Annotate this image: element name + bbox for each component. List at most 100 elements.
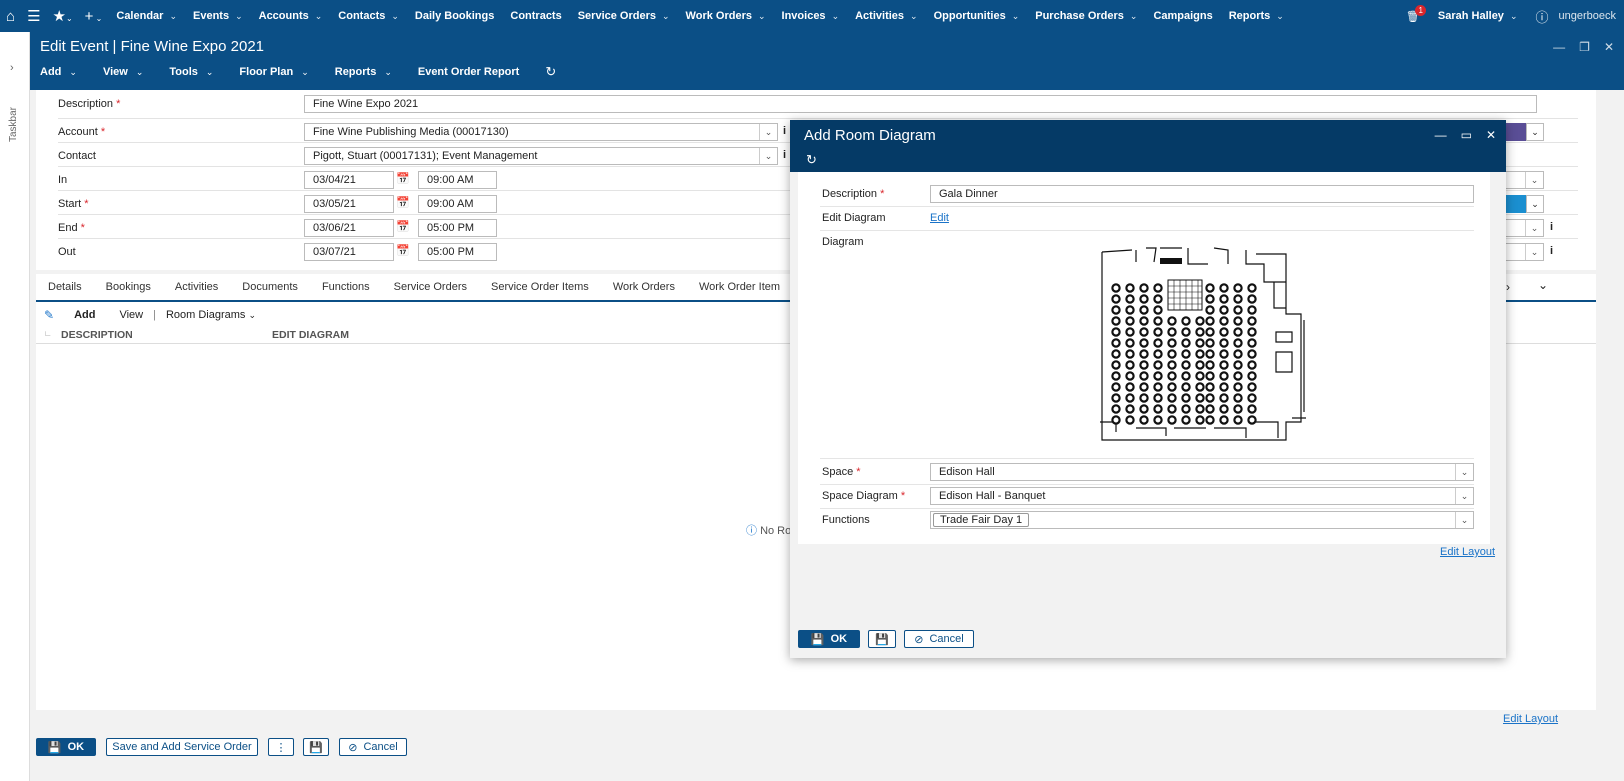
home-icon[interactable]: ⌂ [0,8,21,25]
toolbar-add[interactable]: Add ⌄ [40,64,77,80]
nav-item-purchase-orders[interactable]: Purchase Orders ⌄ [1027,10,1145,22]
tab-activities[interactable]: Activities [163,281,230,293]
tab-service-order-items[interactable]: Service Order Items [479,281,601,293]
expand-taskbar-icon[interactable]: › [10,62,14,74]
grid-room-diagrams-dropdown[interactable]: Room Diagrams ⌄ [166,309,256,321]
nav-item-activities[interactable]: Activities ⌄ [847,10,925,22]
end-time-input[interactable]: 05:00 PM [418,219,497,237]
nav-item-contacts[interactable]: Contacts ⌄ [330,10,407,22]
space-diagram-select[interactable]: Edison Hall - Banquet ⌄ [930,487,1474,505]
grid-view-button[interactable]: View [119,309,143,321]
info-icon[interactable]: i [783,125,786,137]
chevron-down-icon[interactable]: ⌄ [1276,11,1284,22]
cancel-button[interactable]: ⊘ Cancel [339,738,407,756]
chevron-down-icon[interactable]: ⌄ [758,11,766,22]
contact-select[interactable]: Pigott, Stuart (00017131); Event Managem… [304,147,778,165]
toolbar-event-order-report[interactable]: Event Order Report [418,64,519,80]
calendar-icon[interactable]: 📅 [396,196,410,209]
edit-icon[interactable]: ✎ [44,308,54,322]
modal-save-icon[interactable]: 💾 [868,630,896,648]
add-plus-icon[interactable]: + ⌄ [79,8,109,25]
grid-add-button[interactable]: Add [74,309,95,321]
out-date-input[interactable]: 03/07/21 [304,243,394,261]
nav-item-opportunities[interactable]: Opportunities ⌄ [926,10,1028,22]
save-and-add-service-order-button[interactable]: Save and Add Service Order [106,738,258,756]
chevron-down-icon[interactable]: ⌄ [759,124,777,140]
start-time-input[interactable]: 09:00 AM [418,195,497,213]
chevron-down-icon[interactable]: ⌄ [235,11,243,22]
refresh-icon[interactable]: ↻ [545,64,556,80]
help-icon[interactable]: ⓘ [1535,7,1548,26]
nav-item-work-orders[interactable]: Work Orders ⌄ [678,10,774,22]
description-input[interactable]: Fine Wine Expo 2021 [304,95,1537,113]
edit-diagram-link[interactable]: Edit [930,212,949,224]
chevron-down-icon[interactable]: ⌄ [1455,512,1473,528]
more-options-icon[interactable]: ⋮ [268,738,294,756]
tab-bookings[interactable]: Bookings [94,281,163,293]
start-date-input[interactable]: 03/05/21 [304,195,394,213]
modal-description-input[interactable]: Gala Dinner [930,185,1474,203]
chevron-down-icon[interactable]: ⌄ [1525,244,1543,260]
chevron-down-icon[interactable]: ⌄ [910,11,918,22]
refresh-icon[interactable]: ↻ [806,152,817,168]
taskbar[interactable]: › Taskbar [0,32,30,781]
calendar-icon[interactable]: 📅 [396,172,410,185]
modal-ok-button[interactable]: 💾 OK [798,630,860,648]
chevron-down-icon[interactable]: ⌄ [662,11,670,22]
minimize-icon[interactable]: — [1553,40,1565,54]
nav-item-events[interactable]: Events ⌄ [185,10,251,22]
info-icon[interactable]: i [1550,221,1553,233]
maximize-icon[interactable]: ▭ [1461,128,1472,142]
toolbar-floor-plan[interactable]: Floor Plan ⌄ [239,64,308,80]
info-icon[interactable]: i [783,149,786,161]
calendar-icon[interactable]: 📅 [396,244,410,257]
tab-documents[interactable]: Documents [230,281,310,293]
tab-details[interactable]: Details [36,281,94,293]
edit-layout-link[interactable]: Edit Layout [1503,713,1558,725]
chevron-down-icon[interactable]: ⌄ [391,11,399,22]
modal-edit-layout-link[interactable]: Edit Layout [1440,546,1495,558]
chevron-down-icon[interactable]: ⌄ [1130,11,1138,22]
nav-item-accounts[interactable]: Accounts ⌄ [251,10,331,22]
restore-icon[interactable]: ❐ [1579,40,1590,54]
minimize-icon[interactable]: — [1435,128,1447,142]
close-icon[interactable]: ✕ [1486,128,1496,142]
chevron-down-icon[interactable]: ⌄ [169,11,177,22]
end-date-input[interactable]: 03/06/21 [304,219,394,237]
chevron-down-icon[interactable]: ⌄ [1526,195,1544,213]
select-all-icon[interactable]: ∟ [44,329,52,338]
nav-item-service-orders[interactable]: Service Orders ⌄ [570,10,678,22]
tab-service-orders[interactable]: Service Orders [382,281,479,293]
select-field[interactable]: ⌄ [1502,243,1544,261]
menu-icon[interactable]: ☰ [21,7,46,25]
chevron-down-icon[interactable]: ⌄ [1455,488,1473,504]
chevron-down-icon[interactable]: ⌄ [1012,11,1020,22]
favorites-star-icon[interactable]: ★⌄ [47,7,79,25]
select-field[interactable]: ⌄ [1502,219,1544,237]
close-icon[interactable]: ✕ [1604,40,1614,54]
toolbar-reports[interactable]: Reports ⌄ [335,64,392,80]
function-chip[interactable]: Trade Fair Day 1 [933,513,1030,527]
nav-item-contracts[interactable]: Contracts [502,10,569,22]
nav-item-daily-bookings[interactable]: Daily Bookings [407,10,502,22]
chevron-down-icon[interactable]: ⌄ [315,11,323,22]
ok-button[interactable]: 💾 OK [36,738,96,756]
chevron-down-icon[interactable]: ⌄ [759,148,777,164]
status-select[interactable]: ⌄ [1502,171,1544,189]
save-icon[interactable]: 💾 [303,738,329,756]
chevron-down-icon[interactable]: ⌄ [1455,464,1473,480]
account-select[interactable]: Fine Wine Publishing Media (00017130) ⌄ [304,123,778,141]
nav-item-reports[interactable]: Reports ⌄ [1221,10,1292,22]
chevron-down-icon[interactable]: ⌄ [1525,172,1543,188]
in-date-input[interactable]: 03/04/21 [304,171,394,189]
column-description[interactable]: DESCRIPTION [61,329,133,341]
functions-multiselect[interactable]: Trade Fair Day 1 ⌄ [930,511,1474,529]
info-icon[interactable]: i [1550,245,1553,257]
chevron-down-icon[interactable]: ⌄ [1525,220,1543,236]
column-edit-diagram[interactable]: EDIT DIAGRAM [272,329,349,341]
tab-overflow-icon[interactable]: ⌄ [1538,278,1548,292]
nav-item-calendar[interactable]: Calendar ⌄ [108,10,185,22]
tab-work-order-items[interactable]: Work Order Item [687,281,792,293]
nav-item-invoices[interactable]: Invoices ⌄ [774,10,848,22]
space-select[interactable]: Edison Hall ⌄ [930,463,1474,481]
